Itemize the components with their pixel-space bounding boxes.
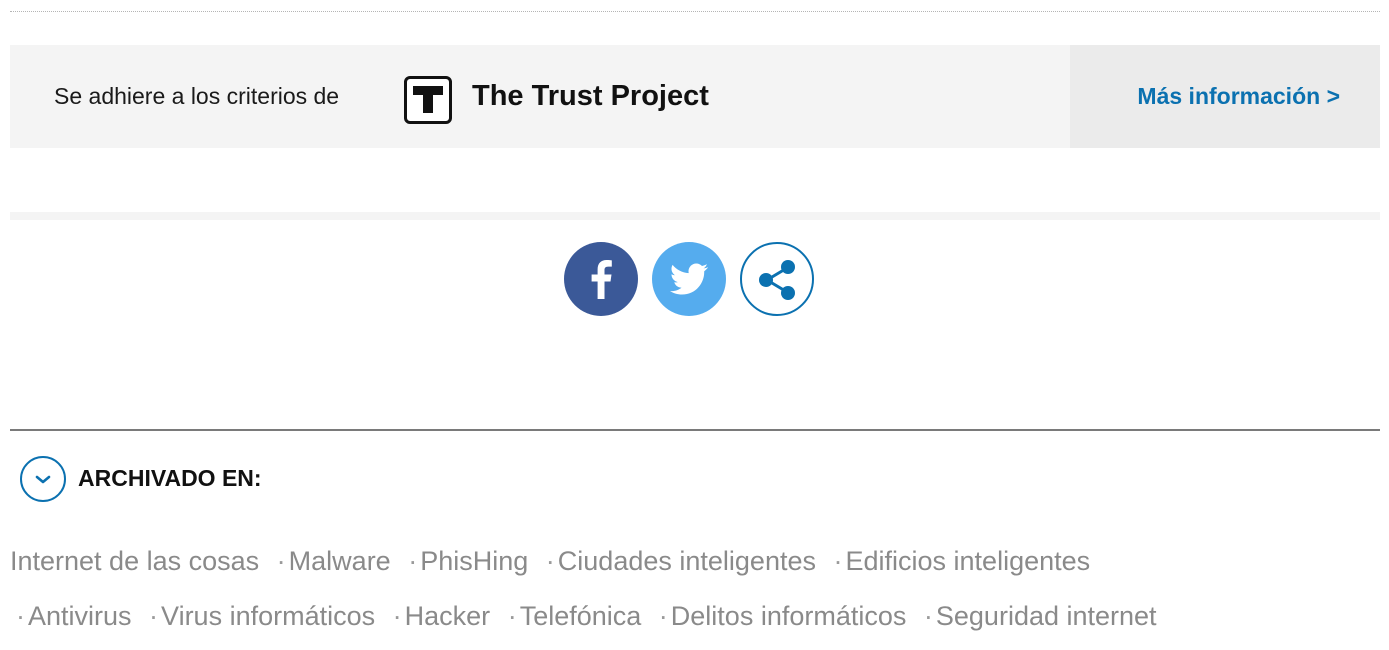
chevron-down-icon — [35, 475, 51, 484]
trust-intro-text: Se adhiere a los criterios de — [54, 83, 340, 109]
twitter-share-button[interactable] — [652, 242, 726, 316]
tag-link[interactable]: Telefónica — [520, 601, 642, 631]
facebook-share-button[interactable] — [564, 242, 638, 316]
tag-link[interactable]: Internet de las cosas — [10, 546, 259, 576]
tag-link[interactable]: Virus informáticos — [161, 601, 375, 631]
archive-tag-list: Internet de las cosas · Malware · PhisHing… — [10, 534, 1380, 644]
section-separator — [10, 212, 1380, 220]
archive-divider — [10, 429, 1380, 431]
more-info-label: Más información > — [1137, 83, 1340, 109]
tag-link[interactable]: Antivirus — [28, 601, 132, 631]
tag-link[interactable]: PhisHing — [420, 546, 528, 576]
tag-row: · Antivirus · Virus informáticos · Hacker ·… — [16, 601, 1157, 631]
trust-project-name: The Trust Project — [472, 80, 709, 112]
tag-row: Internet de las cosas · Malware · PhisHing… — [10, 546, 1091, 576]
facebook-icon — [591, 260, 612, 299]
more-info-link[interactable]: Más información > — [1070, 45, 1380, 148]
tag-link[interactable]: Edificios inteligentes — [846, 546, 1091, 576]
top-divider — [10, 11, 1380, 12]
tag-link[interactable]: Ciudades inteligentes — [558, 546, 816, 576]
tag-link[interactable]: Hacker — [405, 601, 491, 631]
trust-project-logo-icon — [404, 76, 452, 124]
share-button[interactable] — [740, 242, 814, 316]
trust-project-banner: Se adhiere a los criterios de The Trust … — [10, 45, 1380, 148]
archive-heading: ARCHIVADO EN: — [78, 465, 262, 491]
archive-toggle-button[interactable] — [20, 456, 66, 502]
twitter-icon — [669, 263, 709, 295]
share-icon — [759, 260, 795, 300]
tag-link[interactable]: Malware — [289, 546, 391, 576]
tag-link[interactable]: Seguridad internet — [936, 601, 1157, 631]
tag-link[interactable]: Delitos informáticos — [671, 601, 907, 631]
